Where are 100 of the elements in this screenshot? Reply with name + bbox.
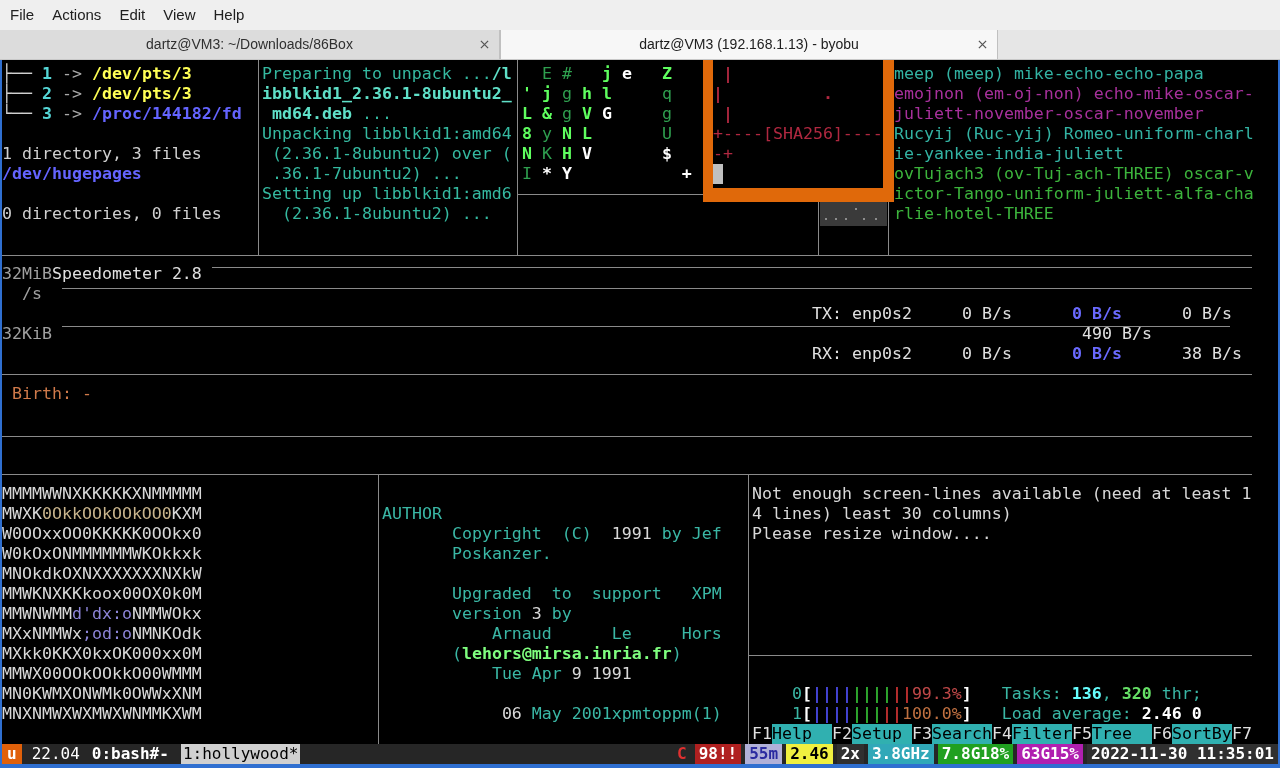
tab[interactable]: dartz@VM3 (192.168.1.13) - byobu [500,30,998,59]
status-chip: 2022-11-30 11:35:01 [1086,744,1278,764]
function-key[interactable]: F3 [911,724,932,744]
terminal-line: | [722,104,734,124]
terminal-line: (2.36.1-8ubuntu2) ... [280,204,493,224]
terminal-line: Not enough screen-lines available (need at least 1 [752,484,1252,504]
axis-label: /s [22,284,42,304]
terminal-line: -+ [713,144,734,164]
terminal-line: 4 lines) least 30 columns) [752,504,1013,524]
terminal-line: MXkk0KKX0kxOK000xx0M [2,644,202,664]
terminal-line: W0OOxxOO0KKKKK0OOkx0 [2,524,202,544]
terminal-line: 0 directories, 0 files [2,204,223,224]
terminal-line: | [722,64,734,84]
close-icon[interactable] [480,40,489,49]
interface-label: TX: enp0s2 [812,304,912,324]
function-key[interactable]: F1 [752,724,772,744]
terminal-line: +----[SHA256]---- [713,124,883,144]
terminal-line: (lehors@mirsa.inria.fr) [450,644,683,664]
function-key-label[interactable]: SortBy [1171,724,1232,744]
terminal-line: Arnaud Le Hors [490,624,722,644]
menu-item[interactable]: View [163,3,196,27]
terminal-line: ' j g h l q [522,84,673,104]
rate-value: 0 B/s [962,304,1012,324]
window-tab[interactable]: 0:bash#- [89,744,171,764]
terminal-line: ├── 2 -> /dev/pts/3 [2,84,193,103]
terminal-line: W0kOxONMMMMMMWKOkkxk [2,544,202,564]
status-chip: 3.8GHz [867,744,934,764]
status-chip: u [2,744,22,764]
menu-item[interactable]: Actions [52,3,102,27]
terminal-line: ibblkid1_2.36.1-8ubuntu2_ [262,84,512,104]
terminal-line: rlie-hotel-THREE [894,204,1055,224]
function-key-label[interactable]: Tree [1091,724,1152,744]
terminal-line: MWXK0OkkOOkOOkOO0KXM [2,504,202,524]
terminal-line: meep (meep) mike-echo-echo-papa [894,64,1205,84]
terminal-line: version 3 by [450,604,573,624]
terminal-line: Rucyij (Ruc-yij) Romeo-uniform-charl [894,124,1254,144]
status-chip: 2.46 [786,744,833,764]
function-key-label[interactable]: Setup [851,724,912,744]
status-chip: 7.8G18% [937,744,1014,764]
function-key-label[interactable]: Help [772,724,832,744]
terminal-line: N K H V $ [522,144,673,164]
terminal-line: MNOkdkOXNXXXXXXXNXkW [2,564,202,584]
terminal-line: /dev/hugepages [2,164,143,184]
terminal-line: Poskanzer. [450,544,553,564]
window-tab[interactable]: 1:hollywood* [180,744,301,764]
function-key[interactable]: F6 [1151,724,1172,744]
terminal-line: ovTujach3 (ov-Tuj-ach-THREE) oscar-v [894,164,1254,184]
terminal-line: I * Y + [522,164,692,184]
menu-item[interactable]: Edit [119,3,146,27]
rate-value: 0 B/s [1072,304,1122,324]
function-key-label[interactable]: Search [931,724,992,744]
terminal-line: └── 3 -> /proc/144182/fd [2,104,242,124]
terminal-line: L & g V G g [522,104,673,124]
terminal-line: Copyright (C) 1991 by Jef [450,524,722,544]
terminal-line: E # j e Z [540,64,673,84]
status-chip: 63G15% [1017,744,1083,764]
terminal-line: Upgraded to support XPM [450,584,722,604]
status-chip: 55m [745,744,783,764]
terminal-line: MNXNMWXWXMWXWNMMKXWM [2,704,202,724]
terminal-line: ├── 1 -> /dev/pts/3 [2,64,193,83]
terminal-line: (2.36.1-8ubuntu2) over ( [271,144,512,164]
terminal-line: 8 y N L U [522,124,673,144]
interface-label: RX: enp0s2 [812,344,912,364]
terminal-line: MMMMWWNXKKKKKXNMMMMM [2,484,202,504]
terminal-text: Birth: - [12,384,92,404]
terminal-line: Please resize window.... [752,524,993,544]
terminal-line: 1 directory, 3 files [2,144,203,164]
terminal-line: MXxNMMWx;od:oNMNKOdk [2,624,202,644]
terminal-line: 0[||||||||||99.3%] Tasks: 136, 320 thr; [790,684,1203,704]
axis-label: 32KiB [2,324,52,344]
terminal-line: 1[|||||||||100.0%] Load average: 2.46 0 [790,704,1203,724]
terminal-line: Preparing to unpack .../l [262,64,512,84]
rate-reading: 490 B/s [1082,324,1152,344]
rate-value: 0 B/s [1072,344,1122,364]
menu-item[interactable]: File [10,3,35,27]
tab[interactable]: dartz@VM3: ~/Downloads/86Box [0,30,500,59]
terminal-line: MMWX00OOkOOkkO00WMMM [2,664,202,684]
status-chip: 2x [836,744,864,764]
terminal-line: MMWKNXKKkoox00OX0k0M [2,584,202,604]
terminal-line: Setting up libblkid1:amd6 [262,184,512,204]
terminal-line: .36.1-7ubuntu2) ... [271,164,463,184]
terminal-line: MMWNWMMd'dx:oNMMWOkx [2,604,202,624]
terminal-line: 06 May 2001xpmtoppm(1) [500,704,722,724]
function-key[interactable]: F2 [832,724,852,744]
terminal-line: md64.deb ... [271,104,393,124]
terminal-line: emojnon (em-oj-non) echo-mike-oscar- [894,84,1254,104]
dots-icon [820,202,887,226]
status-chip: 98!! [694,744,742,764]
function-key[interactable]: F7 [1231,724,1252,744]
terminal-line: ictor-Tango-uniform-juliett-alfa-cha [894,184,1254,204]
close-icon[interactable] [978,40,987,49]
terminal-line: | . [713,84,834,104]
graph-title: Speedometer 2.8 [52,264,202,284]
function-key[interactable]: F4 [991,724,1012,744]
axis-label: 32MiB [2,264,52,284]
text-cursor [713,164,723,184]
rate-value: 38 B/s [1182,344,1242,364]
menu-item[interactable]: Help [213,3,245,27]
terminal-line: MN0KWMXONWMk0OWWxXNM [2,684,202,704]
terminal-line: Unpacking libblkid1:amd64 [262,124,512,144]
